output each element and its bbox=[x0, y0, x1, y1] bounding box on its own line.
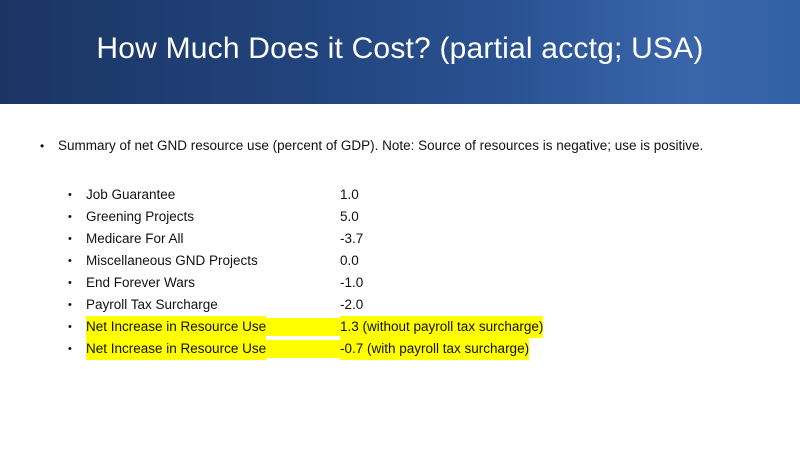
title-banner: How Much Does it Cost? (partial acctg; U… bbox=[0, 0, 800, 104]
list-item-net-increase-without-surcharge: • Net Increase in Resource Use 1.3 (with… bbox=[68, 316, 768, 338]
item-value: 5.0 bbox=[340, 209, 359, 224]
item-value: 1.0 bbox=[340, 187, 359, 202]
item-value: 0.0 bbox=[340, 253, 359, 268]
slide-title: How Much Does it Cost? (partial acctg; U… bbox=[96, 32, 704, 65]
item-label: Net Increase in Resource Use bbox=[86, 316, 267, 338]
list-item-end-forever-wars: • End Forever Wars -1.0 bbox=[68, 272, 768, 294]
bullet-icon: • bbox=[68, 343, 72, 355]
item-label: End Forever Wars bbox=[86, 275, 196, 290]
bullet-icon: • bbox=[68, 211, 72, 223]
item-label: Net Increase in Resource Use bbox=[86, 338, 267, 360]
bullet-icon: • bbox=[40, 139, 45, 153]
intro-bullet-item: • Summary of net GND resource use (percen… bbox=[40, 138, 790, 153]
item-value: -0.7 (with payroll tax surcharge) bbox=[340, 338, 530, 360]
item-label: Greening Projects bbox=[86, 209, 195, 224]
item-label: Miscellaneous GND Projects bbox=[86, 253, 258, 268]
item-value: -3.7 bbox=[340, 231, 364, 246]
item-label: Job Guarantee bbox=[86, 187, 176, 202]
list-item-greening-projects: • Greening Projects 5.0 bbox=[68, 206, 768, 228]
bullet-icon: • bbox=[68, 189, 72, 201]
resource-use-list: • Job Guarantee 1.0 • Greening Projects … bbox=[68, 184, 768, 360]
list-item-medicare-for-all: • Medicare For All -3.7 bbox=[68, 228, 768, 250]
bullet-icon: • bbox=[68, 321, 72, 333]
bullet-icon: • bbox=[68, 255, 72, 267]
list-item-net-increase-with-surcharge: • Net Increase in Resource Use -0.7 (wit… bbox=[68, 338, 768, 360]
item-label: Payroll Tax Surcharge bbox=[86, 297, 218, 312]
item-value: 1.3 (without payroll tax surcharge) bbox=[340, 316, 544, 338]
list-item-payroll-tax-surcharge: • Payroll Tax Surcharge -2.0 bbox=[68, 294, 768, 316]
list-item-misc-gnd-projects: • Miscellaneous GND Projects 0.0 bbox=[68, 250, 768, 272]
list-item-job-guarantee: • Job Guarantee 1.0 bbox=[68, 184, 768, 206]
bullet-icon: • bbox=[68, 277, 72, 289]
item-value: -1.0 bbox=[340, 275, 364, 290]
intro-text: Summary of net GND resource use (percent… bbox=[58, 138, 704, 153]
item-label: Medicare For All bbox=[86, 231, 184, 246]
bullet-icon: • bbox=[68, 299, 72, 311]
item-value: -2.0 bbox=[340, 297, 364, 312]
bullet-icon: • bbox=[68, 233, 72, 245]
slide: How Much Does it Cost? (partial acctg; U… bbox=[0, 0, 800, 450]
